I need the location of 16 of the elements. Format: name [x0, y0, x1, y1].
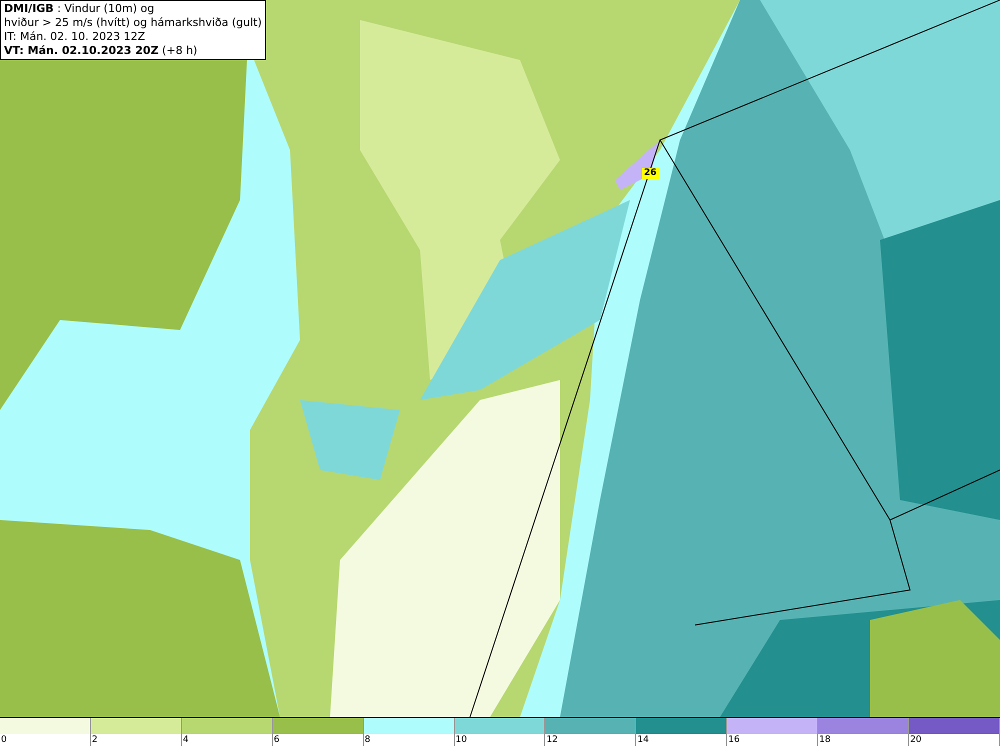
header-text: hviður > 25 m/s (hvítt) og hámarkshviða (gult)	[4, 16, 262, 30]
legend-label: 14	[636, 734, 649, 746]
header-text: DMI/IGB : Vindur (10m) og	[4, 2, 156, 16]
max-gust-label: 26	[642, 168, 659, 179]
legend-label: 16	[727, 734, 740, 746]
legend-label: 6	[272, 734, 280, 746]
legend-label: 4	[182, 734, 189, 746]
header-text: IT: Mán. 02. 10. 2023 12Z	[4, 30, 146, 44]
header-text: VT: Mán. 02.10.2023 20Z (+8 h)	[4, 44, 198, 58]
legend-label: 10	[454, 734, 467, 746]
legend-label: 12	[545, 734, 558, 746]
legend-label: 20	[909, 734, 922, 746]
legend-label: 0	[0, 734, 7, 746]
legend-label: 18	[818, 734, 831, 746]
legend-label: 2	[90, 734, 98, 746]
legend-label: 8	[364, 734, 370, 746]
